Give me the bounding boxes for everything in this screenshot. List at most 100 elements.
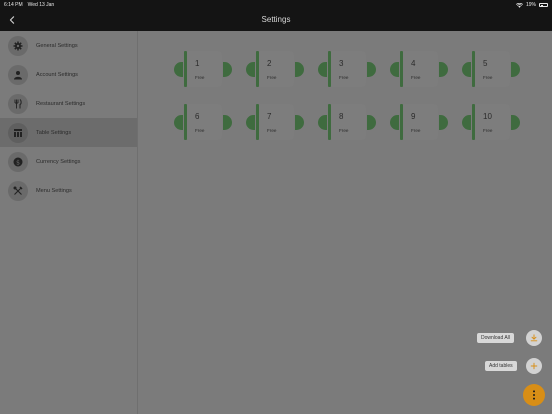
table-number: 6: [195, 112, 200, 121]
utensils-icon: [8, 93, 28, 114]
chair-right: [223, 62, 232, 77]
sidebar-item-general-settings[interactable]: General Settings: [0, 31, 137, 60]
chair-left: [318, 62, 327, 77]
sidebar-item-label: Table Settings: [36, 129, 72, 136]
table-status: Free: [411, 75, 421, 80]
table-status: Free: [483, 75, 493, 80]
table-status: Free: [267, 75, 277, 80]
sidebar-item-label: Menu Settings: [36, 187, 72, 194]
chair-right: [439, 62, 448, 77]
battery-icon: [539, 3, 548, 7]
table-number: 7: [267, 112, 272, 121]
chair-left: [174, 115, 183, 130]
chair-left: [462, 62, 471, 77]
table-surface: [256, 51, 294, 87]
table-card-1[interactable]: 1 Free: [174, 49, 232, 89]
table-accent-bar: [328, 104, 331, 140]
table-status: Free: [195, 128, 205, 133]
chair-right: [295, 115, 304, 130]
download-all-button[interactable]: [526, 330, 542, 346]
table-grid-icon: [8, 122, 28, 143]
table-accent-bar: [400, 104, 403, 140]
download-all-label[interactable]: Download All: [477, 333, 514, 343]
table-status: Free: [195, 75, 205, 80]
table-number: 9: [411, 112, 416, 121]
chair-right: [223, 115, 232, 130]
battery-percent: 19%: [525, 2, 536, 8]
table-surface: [472, 104, 510, 140]
table-accent-bar: [184, 104, 187, 140]
status-time: 6:14 PM: [4, 2, 23, 8]
sidebar-item-table-settings[interactable]: Table Settings: [0, 118, 137, 147]
page-title: Settings: [261, 15, 291, 24]
chair-right: [511, 115, 520, 130]
table-card-2[interactable]: 2 Free: [246, 49, 304, 89]
table-accent-bar: [256, 104, 259, 140]
wifi-icon: [515, 2, 523, 8]
user-icon: [8, 64, 28, 85]
table-surface: [400, 104, 438, 140]
table-number: 1: [195, 59, 200, 68]
navigation-bar: Settings: [0, 9, 552, 31]
table-card-4[interactable]: 4 Free: [390, 49, 448, 89]
chair-right: [439, 115, 448, 130]
sidebar-item-menu-settings[interactable]: Menu Settings: [0, 176, 137, 205]
plus-icon: [530, 362, 538, 370]
table-card-9[interactable]: 9 Free: [390, 102, 448, 142]
gear-icon: [8, 35, 28, 56]
sidebar-item-restaurant-settings[interactable]: Restaurant Settings: [0, 89, 137, 118]
table-card-3[interactable]: 3 Free: [318, 49, 376, 89]
table-number: 2: [267, 59, 272, 68]
table-surface: [256, 104, 294, 140]
table-card-5[interactable]: 5 Free: [462, 49, 520, 89]
sidebar-item-label: General Settings: [36, 42, 78, 49]
table-surface: [328, 51, 366, 87]
chair-right: [367, 115, 376, 130]
chair-left: [174, 62, 183, 77]
table-card-8[interactable]: 8 Free: [318, 102, 376, 142]
table-number: 8: [339, 112, 344, 121]
chair-right: [367, 62, 376, 77]
chair-left: [390, 115, 399, 130]
table-card-10[interactable]: 10 Free: [462, 102, 520, 142]
chair-left: [246, 115, 255, 130]
table-number: 3: [339, 59, 344, 68]
sidebar-item-label: Currency Settings: [36, 158, 81, 165]
svg-text:$: $: [16, 159, 20, 166]
table-accent-bar: [184, 51, 187, 87]
sidebar-item-currency-settings[interactable]: $ Currency Settings: [0, 147, 137, 176]
table-status: Free: [267, 128, 277, 133]
table-surface: [184, 104, 222, 140]
add-tables-label[interactable]: Add tables: [485, 361, 517, 371]
table-status: Free: [339, 75, 349, 80]
table-accent-bar: [400, 51, 403, 87]
table-accent-bar: [328, 51, 331, 87]
table-surface: [328, 104, 366, 140]
download-icon: [530, 334, 538, 342]
chair-left: [246, 62, 255, 77]
sidebar-item-account-settings[interactable]: Account Settings: [0, 60, 137, 89]
chair-left: [390, 62, 399, 77]
table-card-7[interactable]: 7 Free: [246, 102, 304, 142]
table-number: 5: [483, 59, 488, 68]
table-surface: [472, 51, 510, 87]
table-accent-bar: [472, 104, 475, 140]
table-accent-bar: [472, 51, 475, 87]
status-bar: 6:14 PM Wed 13 Jan 19%: [0, 0, 552, 9]
chair-left: [318, 115, 327, 130]
chair-left: [462, 115, 471, 130]
sidebar-item-label: Restaurant Settings: [36, 100, 86, 107]
more-vertical-icon: [533, 390, 535, 400]
sidebar-item-label: Account Settings: [36, 71, 78, 78]
table-number: 10: [483, 112, 492, 121]
table-number: 4: [411, 59, 416, 68]
table-accent-bar: [256, 51, 259, 87]
add-tables-button[interactable]: [526, 358, 542, 374]
table-card-6[interactable]: 6 Free: [174, 102, 232, 142]
chair-right: [295, 62, 304, 77]
fab-menu-button[interactable]: [523, 384, 545, 406]
chair-right: [511, 62, 520, 77]
table-status: Free: [339, 128, 349, 133]
settings-sidebar: General Settings Account Settings Restau…: [0, 31, 138, 414]
status-date: Wed 13 Jan: [27, 2, 55, 8]
